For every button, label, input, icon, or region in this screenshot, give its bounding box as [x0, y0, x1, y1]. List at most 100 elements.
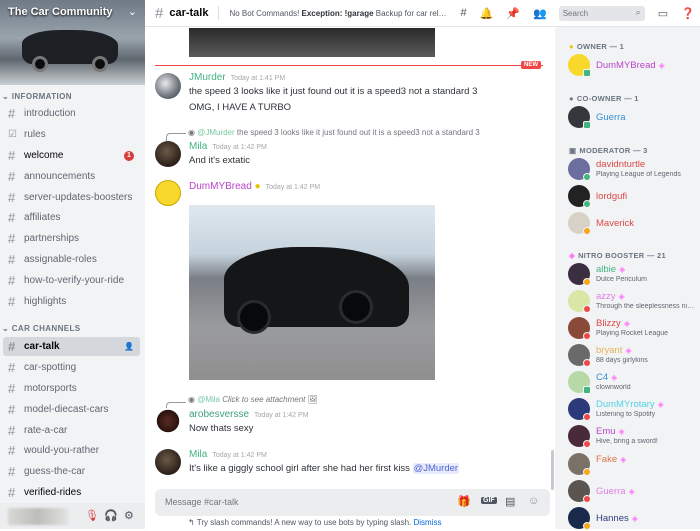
- name-text: Hannes: [596, 513, 629, 524]
- avatar[interactable]: [155, 449, 181, 475]
- channel-affiliates[interactable]: # affiliates: [3, 208, 140, 227]
- inbox-icon[interactable]: ▭: [658, 7, 668, 20]
- search-input[interactable]: Search ⌕: [558, 5, 645, 21]
- member-item[interactable]: C4 ◈ clownworld: [568, 371, 698, 395]
- channel-how-to-verify-your-ride[interactable]: # how-to-verify-your-ride: [3, 271, 140, 290]
- nitro-boost-icon: ◈: [625, 346, 632, 355]
- reply-preview[interactable]: ◉ @JMurder the speed 3 looks like it jus…: [188, 128, 480, 137]
- chevron-down-icon[interactable]: ⌄: [128, 5, 137, 18]
- channel-car-talk[interactable]: # car-talk 👤: [3, 337, 140, 356]
- member-item[interactable]: Guerra: [568, 106, 698, 130]
- bell-icon[interactable]: 🔔: [480, 7, 494, 20]
- member-name: Blizzy ◈: [596, 318, 630, 329]
- hash-icon: #: [8, 339, 16, 354]
- sticker-icon[interactable]: ▤: [505, 495, 515, 508]
- channel-label: motorsports: [24, 383, 77, 394]
- member-status: Playing League of Legends: [596, 171, 681, 178]
- username[interactable]: DumMYBread: [189, 181, 252, 192]
- member-item[interactable]: Guerra ◈: [568, 480, 698, 504]
- category-information[interactable]: ⌄ INFORMATION: [2, 92, 72, 101]
- username[interactable]: Mila: [189, 449, 207, 460]
- idle-status-icon: [583, 227, 591, 235]
- image-attachment-car[interactable]: [189, 205, 435, 380]
- member-name: azzy ◈: [596, 291, 625, 302]
- role-label: NITRO BOOSTER — 21: [578, 251, 666, 260]
- idle-status-icon: [583, 278, 591, 286]
- channel-motorsports[interactable]: # motorsports: [3, 379, 140, 398]
- role-icon: ◈: [569, 251, 576, 260]
- channel-highlights[interactable]: # highlights: [3, 292, 140, 311]
- member-name: Emu ◈: [596, 426, 625, 437]
- timestamp: Today at 1:42 PM: [265, 184, 321, 191]
- user-mention[interactable]: @JMurder: [412, 463, 460, 474]
- invite-icon[interactable]: 👤: [124, 342, 134, 351]
- member-item[interactable]: DumMYrotary ◈ Listening to Spotify: [568, 398, 698, 422]
- username[interactable]: arobesversse: [189, 409, 249, 420]
- avatar[interactable]: [155, 73, 181, 99]
- channel-rate-a-car[interactable]: # rate-a-car: [3, 421, 140, 440]
- member-name: davidnturtle: [596, 159, 646, 170]
- channel-rules[interactable]: ☑ rules: [3, 125, 140, 144]
- name-text: DumMYBread: [596, 60, 656, 71]
- username[interactable]: Mila: [189, 141, 207, 152]
- category-car-channels[interactable]: ⌄ CAR CHANNELS: [2, 324, 81, 333]
- dnd-status-icon: [583, 305, 591, 313]
- avatar[interactable]: [155, 180, 181, 206]
- idle-status-icon: [583, 468, 591, 476]
- member-item[interactable]: azzy ◈ Through the sleeplessness nig...: [568, 290, 698, 314]
- server-banner[interactable]: The Car Community ⌄: [0, 0, 145, 85]
- username[interactable]: JMurder: [189, 72, 226, 83]
- avatar[interactable]: [155, 141, 181, 167]
- mute-mic-icon[interactable]: 🎙: [85, 509, 99, 522]
- headphones-icon[interactable]: 🎧: [104, 509, 118, 522]
- member-item[interactable]: Blizzy ◈ Playing Rocket League: [568, 317, 698, 341]
- channel-verified-rides[interactable]: # verified-rides: [3, 483, 140, 502]
- gear-icon[interactable]: ⚙: [124, 509, 134, 522]
- dismiss-link[interactable]: Dismiss: [413, 518, 441, 527]
- gif-icon[interactable]: GIF: [481, 497, 497, 504]
- mobile-status-icon: [583, 69, 591, 77]
- channel-label: verified-rides: [24, 487, 82, 498]
- channel-guess-the-car[interactable]: # guess-the-car: [3, 462, 140, 481]
- user-avatar-blurred[interactable]: [8, 508, 68, 525]
- hash-icon: #: [8, 464, 16, 479]
- member-item[interactable]: Hannes ◈: [568, 507, 698, 531]
- member-status: Through the sleeplessness nig...: [596, 303, 696, 310]
- emoji-icon[interactable]: ☺: [528, 495, 539, 507]
- member-item[interactable]: Maverick: [568, 212, 698, 236]
- channel-partnerships[interactable]: # partnerships: [3, 229, 140, 248]
- channel-welcome[interactable]: # welcome 1: [3, 146, 140, 165]
- threads-icon[interactable]: #: [460, 7, 466, 19]
- channel-car-spotting[interactable]: # car-spotting: [3, 358, 140, 377]
- channel-introduction[interactable]: # introduction: [3, 104, 140, 123]
- member-list-icon[interactable]: 👥: [533, 7, 547, 20]
- channel-server-updates-boosters[interactable]: # server-updates-boosters: [3, 188, 140, 207]
- member-item[interactable]: DumMYBread ◈: [568, 54, 698, 78]
- channel-assignable-roles[interactable]: # assignable-roles: [3, 250, 140, 269]
- member-item[interactable]: albie ◈ Dulce Periculum: [568, 263, 698, 287]
- member-item[interactable]: Fake ◈: [568, 453, 698, 477]
- message-input[interactable]: Message #car-talk 🎁 GIF ▤ ☺: [155, 489, 550, 516]
- chat-scrollbar[interactable]: [551, 450, 554, 490]
- gift-icon[interactable]: 🎁: [457, 495, 471, 508]
- pin-icon[interactable]: 📌: [506, 7, 520, 20]
- previous-image-attachment[interactable]: [189, 28, 435, 57]
- channel-label: welcome: [24, 150, 64, 161]
- channel-topic[interactable]: No Bot Commands! Exception: !garage Back…: [229, 9, 447, 18]
- help-icon[interactable]: ❓: [681, 7, 695, 20]
- category-label: CAR CHANNELS: [11, 324, 81, 333]
- member-item[interactable]: bryant ◈ 88 days girlykins: [568, 344, 698, 368]
- server-name[interactable]: The Car Community: [8, 6, 113, 18]
- channel-would-you-rather[interactable]: # would-you-rather: [3, 441, 140, 460]
- avatar[interactable]: [155, 408, 181, 434]
- role-label: OWNER — 1: [576, 42, 625, 51]
- member-item[interactable]: Emu ◈ Hive, bring a sword!: [568, 425, 698, 449]
- channel-model-diecast-cars[interactable]: # model-diecast-cars: [3, 400, 140, 419]
- member-item[interactable]: davidnturtle Playing League of Legends: [568, 158, 698, 182]
- image-icon: 🖼: [307, 395, 318, 404]
- member-status: clownworld: [596, 384, 631, 391]
- message-text: It's like a giggly school girl after she…: [189, 463, 460, 474]
- member-item[interactable]: lordgufi: [568, 185, 698, 209]
- channel-announcements[interactable]: # announcements: [3, 167, 140, 186]
- reply-preview[interactable]: ◉ @Mila Click to see attachment 🖼: [188, 395, 318, 404]
